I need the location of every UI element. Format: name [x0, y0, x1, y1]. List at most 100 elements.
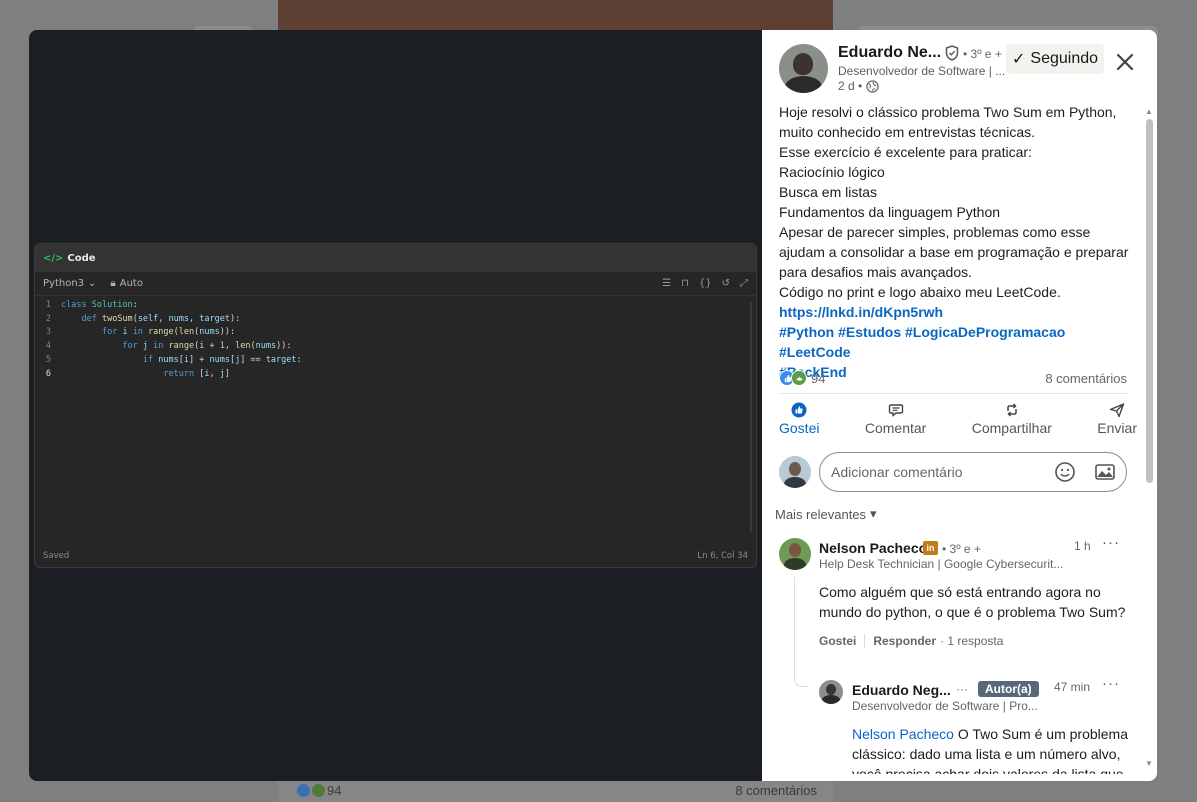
commenter-avatar[interactable] [779, 538, 811, 570]
post-scroll-area[interactable]: Hoje resolvi o clássico problema Two Sum… [762, 102, 1147, 774]
code-line: 3 for i in range(len(nums)): [45, 327, 236, 338]
divider [779, 393, 1127, 394]
post-header: Eduardo Ne... • 3º e + ✓ Seguindo Desenv… [762, 30, 1157, 102]
post-text: Hoje resolvi o clássico problema Two Sum… [779, 102, 1134, 382]
reply-text: Nelson Pacheco O Two Sum é um problema c… [852, 724, 1134, 774]
comment-text: Como alguém que só está entrando agora n… [819, 584, 1126, 620]
editor-status: Saved [43, 551, 70, 561]
code-line: 1 class Solution: [45, 300, 138, 310]
post-actions: Gostei Comentar Compartilhar Enviar [779, 402, 1137, 442]
comment-time: 1 h [1074, 539, 1091, 553]
globe-icon [866, 79, 879, 93]
editor-header: </> Code [35, 244, 756, 272]
format-icon: ☰ [662, 278, 672, 289]
comment-like-button[interactable]: Gostei [819, 634, 856, 648]
reply-author-extra: ··· [956, 682, 968, 696]
expand-icon: ⤢ [740, 278, 748, 289]
code-line: 2 def twoSum(self, nums, target): [45, 313, 241, 324]
send-button[interactable]: Enviar [1097, 402, 1137, 442]
commenter-name[interactable]: Nelson Pacheco [819, 540, 927, 556]
code-lines: 1 class Solution: 2 def twoSum(self, nums… [35, 299, 756, 381]
reply-author-headline: Desenvolvedor de Software | Pro... [852, 699, 1038, 713]
linkedin-premium-icon: in [923, 541, 938, 555]
add-image-button[interactable] [1094, 461, 1116, 483]
reply-author-name[interactable]: Eduardo Neg... [852, 682, 951, 698]
reply-author-avatar[interactable] [819, 680, 843, 704]
post-stats: 94 8 comentários [779, 368, 1127, 388]
editor-title: Code [67, 252, 96, 264]
post-text-line: Esse exercício é excelente para praticar… [779, 144, 1032, 160]
reply-more-button[interactable]: ··· [1102, 675, 1120, 692]
author-badge: Autor(a) [978, 681, 1039, 697]
image-icon [1095, 464, 1115, 480]
sort-comments-dropdown[interactable]: Mais relevantes ▾ [775, 506, 877, 522]
post-time: 2 d • [838, 79, 879, 93]
post-text-line: Apesar de parecer simples, problemas com… [779, 224, 1091, 240]
commenter-degree: • 3º e + [942, 542, 981, 556]
author-name[interactable]: Eduardo Ne... [838, 44, 941, 62]
comment-composer [779, 452, 1127, 492]
code-line: 5 if nums[i] + nums[j] == target: [45, 354, 302, 365]
comment-label: Comentar [864, 420, 927, 436]
reactions[interactable]: 94 [779, 370, 825, 386]
editor-toolbar: Python3 ⌄ 🔒︎ Auto ☰ ⊓ {} ↺ ⤢ [35, 272, 756, 296]
bookmark-icon: ⊓ [681, 278, 689, 289]
caret-down-icon: ▾ [870, 506, 877, 521]
background-comments-count: 8 comentários [735, 783, 817, 798]
following-label: Seguindo [1030, 50, 1099, 67]
editor-scrollbar [750, 302, 752, 532]
language-selector: Python3 ⌄ [43, 278, 96, 289]
code-editor-image: </> Code Python3 ⌄ 🔒︎ Auto ☰ ⊓ {} ↺ ⤢ 1 … [34, 243, 757, 568]
editor-footer: Saved Ln 6, Col 34 [35, 545, 756, 567]
author-headline: Desenvolvedor de Software | ... [838, 64, 1006, 78]
repost-icon [1007, 403, 1017, 417]
comment-reply-button[interactable]: Responder [873, 634, 936, 648]
editor-cursor: Ln 6, Col 34 [697, 551, 748, 561]
scroll-thumb[interactable] [1146, 119, 1153, 483]
close-icon [1116, 53, 1134, 71]
scroll-up-icon[interactable]: ▲ [1145, 108, 1153, 116]
post-time-label: 2 d • [838, 79, 863, 93]
auto-mode: 🔒︎ Auto [110, 278, 143, 289]
like-reaction-icon [297, 784, 310, 797]
reaction-count: 94 [811, 370, 826, 386]
scroll-down-icon[interactable]: ▼ [1145, 760, 1153, 768]
lock-icon: 🔒︎ [110, 278, 116, 289]
send-icon [1109, 403, 1125, 418]
code-icon: </> [43, 252, 64, 264]
code-line: 4 for j in range(i + 1, len(nums)): [45, 341, 292, 352]
panel-scrollbar[interactable]: ▲ ▼ [1145, 108, 1153, 768]
comment-button[interactable]: Comentar [865, 402, 926, 442]
like-icon [791, 402, 807, 418]
comment-icon [888, 404, 903, 417]
post-text-line: ajudam a consolidar a base em programaçã… [779, 244, 1129, 260]
mention-link[interactable]: Nelson Pacheco [852, 726, 954, 742]
comment-more-button[interactable]: ··· [1102, 534, 1120, 551]
share-label: Compartilhar [971, 420, 1052, 436]
post-hashtags[interactable]: #Python #Estudos #LogicaDeProgramacao #L… [779, 322, 1134, 362]
emoji-button[interactable] [1054, 461, 1076, 483]
comment-actions: Gostei Responder · 1 resposta [819, 634, 1003, 648]
code-line: 6 return [i, j] [45, 368, 230, 379]
author-avatar[interactable] [779, 44, 828, 93]
emoji-icon [1055, 462, 1075, 482]
post-link[interactable]: https://lnkd.in/dKpn5rwh [779, 302, 1134, 322]
post-text-line: Raciocínio lógico [779, 164, 885, 180]
close-button[interactable] [1113, 50, 1137, 74]
support-reaction-icon [312, 784, 325, 797]
reply-count[interactable]: · 1 resposta [940, 634, 1003, 648]
background-post-image [278, 0, 833, 30]
commenter-headline: Help Desk Technician | Google Cybersecur… [819, 557, 1064, 571]
background-reactions: 94 [297, 783, 341, 798]
mode-label: Auto [119, 278, 143, 289]
post-text-line: Fundamentos da linguagem Python [779, 204, 1001, 220]
like-button[interactable]: Gostei [779, 402, 819, 442]
comment-input[interactable] [819, 452, 1127, 492]
comments-count[interactable]: 8 comentários [1045, 371, 1127, 386]
current-user-avatar [779, 456, 811, 488]
sort-label: Mais relevantes [775, 506, 867, 522]
verified-shield-icon [945, 45, 959, 61]
share-button[interactable]: Compartilhar [972, 402, 1052, 442]
following-button[interactable]: ✓ Seguindo [1006, 44, 1105, 74]
post-text-line: Código no print e logo abaixo meu LeetCo… [779, 284, 1061, 300]
